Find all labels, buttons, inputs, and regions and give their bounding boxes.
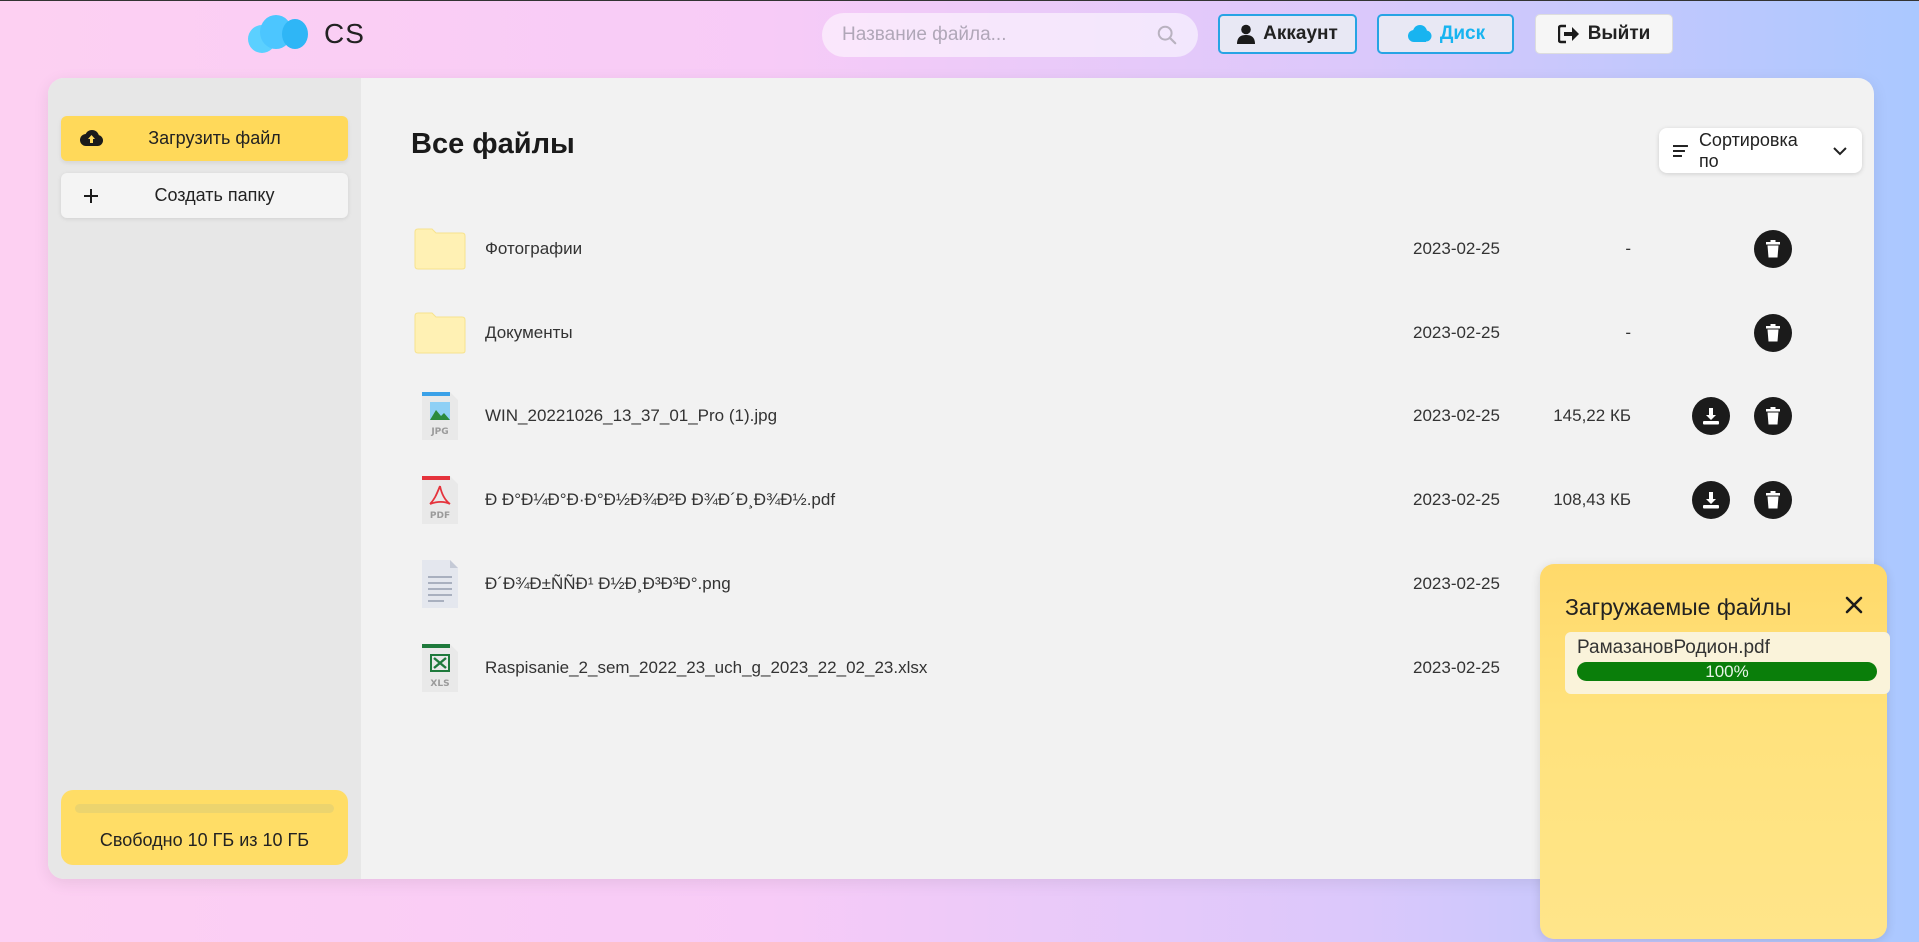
logout-button[interactable]: Выйти [1535,14,1673,54]
account-label: Аккаунт [1263,23,1338,44]
svg-text:PDF: PDF [429,511,449,521]
delete-button[interactable] [1754,314,1792,352]
upload-file-label: Загрузить файл [148,128,281,148]
upload-item: РамазановРодион.pdf 100% [1565,632,1890,694]
sort-dropdown[interactable]: Сортировка по [1659,128,1862,173]
pdf-file-icon: PDF [411,474,468,526]
download-icon [1703,408,1719,425]
trash-icon [1766,240,1780,258]
file-row[interactable]: Фотографии 2023-02-25 - [411,219,1861,279]
svg-text:JPG: JPG [430,427,448,437]
file-size: 145,22 КБ [1553,406,1631,425]
account-button[interactable]: Аккаунт [1218,14,1357,54]
sort-label: Сортировка по [1698,129,1798,171]
folder-icon [411,307,468,359]
search-input[interactable] [842,24,1156,46]
create-folder-button[interactable]: Создать папку [61,173,348,218]
search-icon[interactable] [1156,24,1178,46]
storage-progress-bar [75,804,334,813]
file-name: WIN_20221026_13_37_01_Pro (1).jpg [485,406,778,425]
download-button[interactable] [1692,397,1730,435]
upload-file-button[interactable]: Загрузить файл [61,116,348,161]
file-date: 2023-02-25 [1413,490,1500,509]
file-size: - [1625,239,1631,258]
logo-text: CS [324,17,365,49]
disk-button[interactable]: Диск [1377,14,1514,54]
cloud-icon [1407,25,1432,42]
xls-file-icon: XLS [411,642,468,694]
file-row[interactable]: JPG WIN_20221026_13_37_01_Pro (1).jpg 20… [411,386,1861,446]
trash-icon [1766,491,1780,509]
sign-out-icon [1557,24,1579,44]
generic-file-icon [411,558,468,610]
close-icon[interactable] [1843,594,1865,616]
file-date: 2023-02-25 [1413,658,1500,677]
cloud-upload-icon [80,130,103,146]
download-button[interactable] [1692,481,1730,519]
logout-label: Выйти [1587,23,1651,44]
create-folder-label: Создать папку [154,185,275,205]
download-icon [1703,492,1719,509]
logo[interactable]: CS [246,11,365,56]
file-size: - [1625,323,1631,342]
file-row[interactable]: Документы 2023-02-25 - [411,303,1861,363]
file-name: Ð´Ð¾Ð±ÑÑÐ¹ Ð½Ð¸Ð³Ð³Ð°.png [485,574,731,593]
file-name: Raspisanie_2_sem_2022_23_uch_g_2023_22_0… [485,658,928,677]
delete-button[interactable] [1754,397,1792,435]
uploads-title: Загружаемые файлы [1565,594,1792,620]
trash-icon [1766,407,1780,425]
folder-icon [411,223,468,275]
uploads-popup: Загружаемые файлы РамазановРодион.pdf 10… [1540,564,1890,939]
page-title: Все файлы [411,128,575,160]
upload-progress-bar: 100% [1577,662,1877,681]
plus-icon [84,188,98,203]
cloud-logo-icon [246,11,312,56]
file-row[interactable]: PDF Ð Ð°Ð¼Ð°Ð·Ð°Ð½Ð¾Ð²Ð Ð¾Ð´Ð¸Ð¾Ð½.pdf 2… [411,470,1861,530]
upload-file-name: РамазановРодион.pdf [1577,637,1770,658]
file-name: Документы [485,323,573,342]
storage-indicator: Свободно 10 ГБ из 10 ГБ [61,790,348,865]
sidebar: Загрузить файл Создать папку Свободно 10… [48,78,361,879]
file-date: 2023-02-25 [1413,323,1500,342]
delete-button[interactable] [1754,481,1792,519]
chevron-down-icon [1833,146,1847,155]
svg-text:XLS: XLS [430,679,449,689]
jpg-file-icon: JPG [411,390,468,442]
file-date: 2023-02-25 [1413,406,1500,425]
search-bar [822,13,1198,57]
delete-button[interactable] [1754,230,1792,268]
disk-label: Диск [1439,23,1486,44]
user-icon [1237,24,1256,44]
sort-lines-icon [1673,144,1688,157]
file-date: 2023-02-25 [1413,574,1500,593]
storage-text: Свободно 10 ГБ из 10 ГБ [99,830,310,850]
file-size: 108,43 КБ [1553,490,1631,509]
file-name: Ð Ð°Ð¼Ð°Ð·Ð°Ð½Ð¾Ð²Ð Ð¾Ð´Ð¸Ð¾Ð½.pdf [485,490,836,509]
file-name: Фотографии [485,239,583,258]
file-date: 2023-02-25 [1413,239,1500,258]
trash-icon [1766,324,1780,342]
